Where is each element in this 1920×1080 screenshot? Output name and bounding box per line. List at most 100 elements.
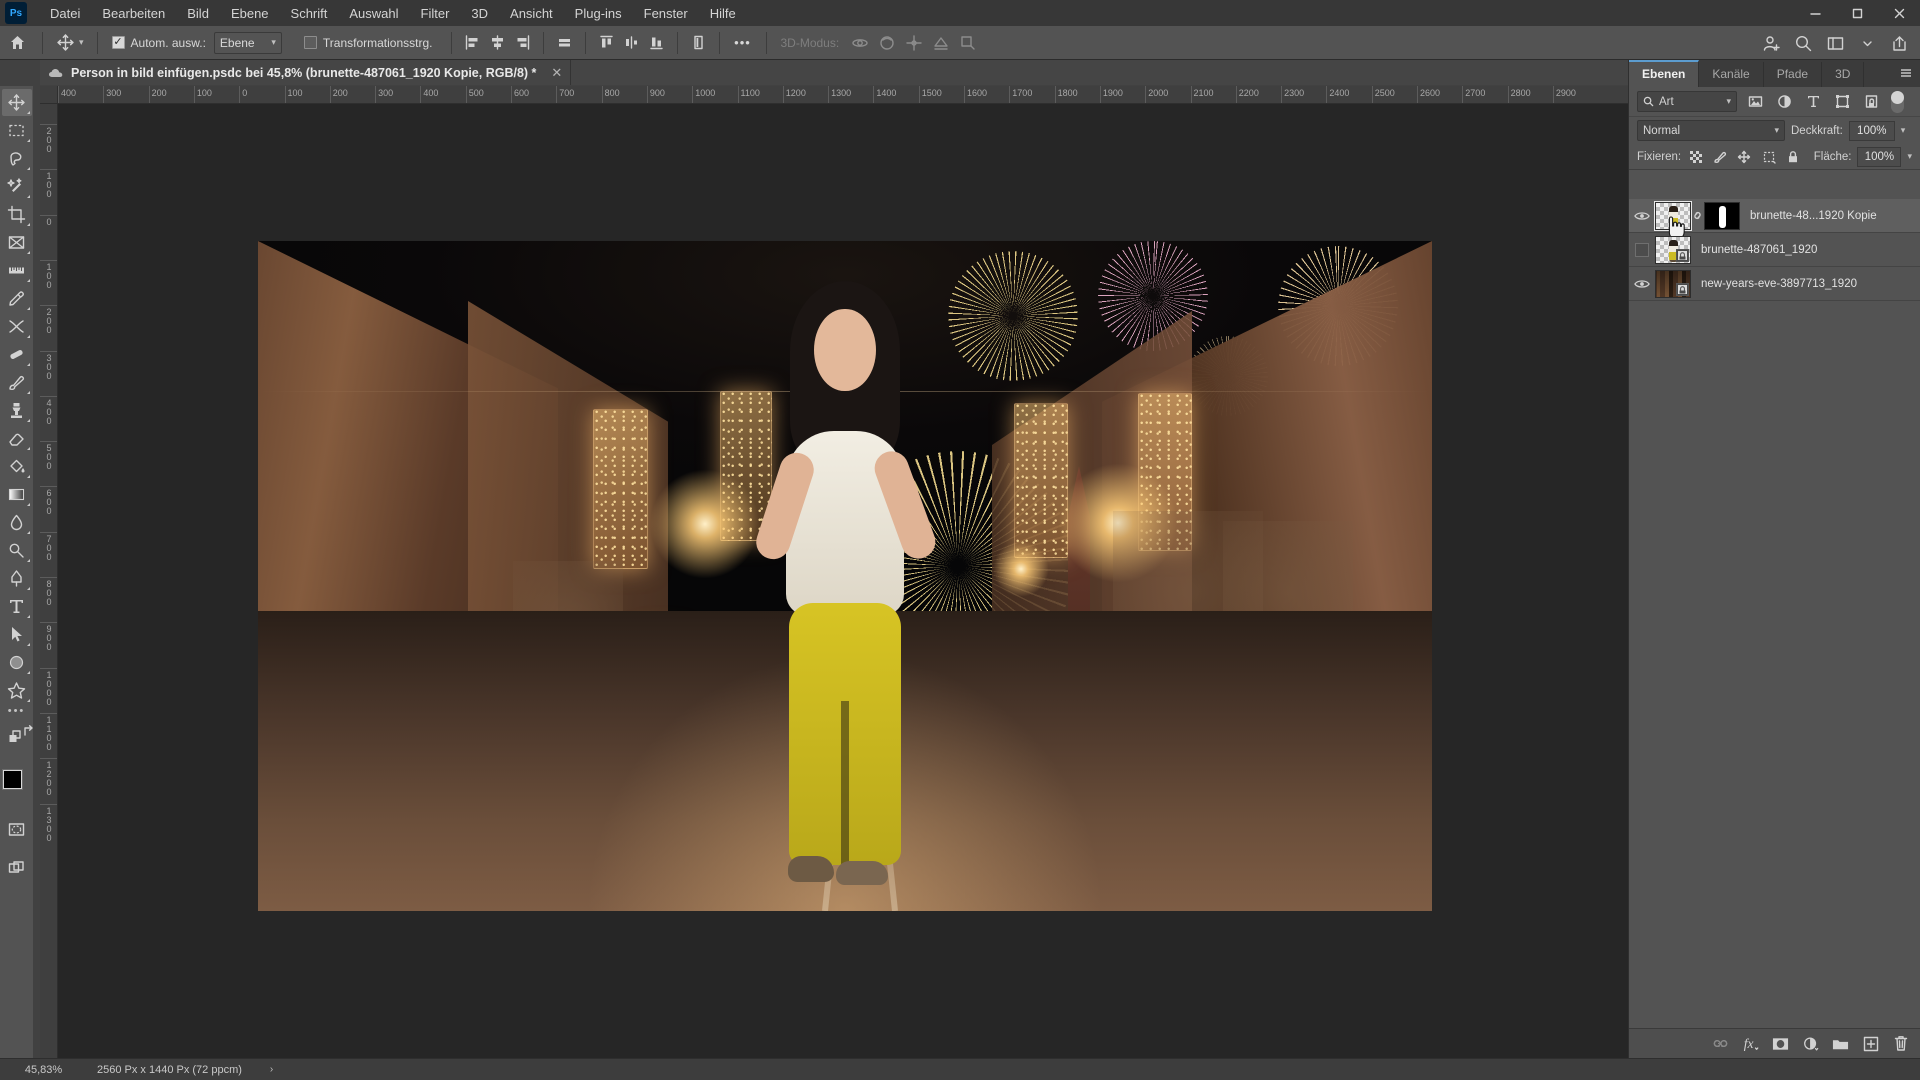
pen-tool[interactable] (2, 565, 32, 592)
menu-bearbeiten[interactable]: Bearbeiten (91, 2, 176, 25)
brush-tool[interactable] (2, 369, 32, 396)
layer-name[interactable]: new-years-eve-3897713_1920 (1701, 278, 1857, 290)
path-selection-tool[interactable] (2, 621, 32, 648)
filter-adjustment-icon[interactable] (1773, 91, 1795, 113)
new-group-icon[interactable] (1827, 1030, 1854, 1057)
tab-ebenen[interactable]: Ebenen (1629, 60, 1700, 87)
layer-thumbnail[interactable] (1655, 269, 1691, 298)
menu-datei[interactable]: Datei (39, 2, 91, 25)
scale-3d-button[interactable] (955, 30, 980, 56)
filter-type-icon[interactable] (1802, 91, 1824, 113)
layer-row-brunette-kopie[interactable]: brunette-48...1920 Kopie (1629, 199, 1920, 240)
orbit-3d-button[interactable] (847, 30, 872, 56)
patch-tool[interactable] (2, 341, 32, 368)
layer-mask-icon[interactable] (1767, 1030, 1794, 1057)
active-tool-chip[interactable]: ▾ (51, 30, 89, 56)
move-tool[interactable] (1, 89, 32, 116)
align-horizontal-centers-button[interactable] (485, 30, 510, 56)
adjustment-layer-icon[interactable] (1797, 1030, 1824, 1057)
fill-field[interactable]: 100% (1857, 146, 1902, 167)
lock-image-icon[interactable] (1711, 147, 1729, 166)
menu-bild[interactable]: Bild (176, 2, 220, 25)
paint-bucket-tool[interactable] (2, 453, 32, 480)
menu-schrift[interactable]: Schrift (280, 2, 339, 25)
filter-pixel-icon[interactable] (1744, 91, 1766, 113)
crop-tool[interactable] (2, 201, 32, 228)
layer-visibility-toggle[interactable] (1629, 199, 1655, 233)
blur-tool[interactable] (2, 509, 32, 536)
workspace-icon[interactable] (1820, 28, 1850, 58)
opacity-field[interactable]: 100% (1848, 120, 1895, 141)
menu-plugins[interactable]: Plug-ins (564, 2, 633, 25)
align-right-edges-button[interactable] (510, 30, 535, 56)
edit-toolbar-button[interactable]: ••• (8, 705, 26, 723)
menu-auswahl[interactable]: Auswahl (338, 2, 409, 25)
menu-filter[interactable]: Filter (410, 2, 461, 25)
layer-row-brunette[interactable]: brunette-487061_1920 (1629, 233, 1920, 267)
layer-thumbnail[interactable] (1655, 235, 1691, 264)
tab-pfade[interactable]: Pfade (1763, 62, 1823, 87)
eraser-tool[interactable] (2, 425, 32, 452)
blend-mode-dropdown[interactable]: Normal ▾ (1637, 120, 1785, 141)
roll-3d-button[interactable] (874, 30, 899, 56)
close-icon[interactable]: ✕ (551, 65, 562, 81)
layer-style-icon[interactable]: fx (1737, 1030, 1764, 1057)
document-tab[interactable]: Person in bild einfügen.psdc bei 45,8% (… (40, 60, 572, 85)
pan-3d-button[interactable] (901, 30, 926, 56)
distribute-horizontal-button[interactable] (619, 30, 644, 56)
auto-select-checkbox[interactable]: ✓ Autom. ausw.: (111, 36, 206, 50)
measure-tool[interactable] (2, 257, 32, 284)
panel-menu-icon[interactable] (1899, 67, 1913, 79)
export-icon[interactable] (1884, 28, 1914, 58)
minimize-button[interactable] (1794, 0, 1836, 26)
link-layers-icon[interactable] (1707, 1030, 1734, 1057)
composited-person[interactable] (750, 281, 941, 885)
layer-visibility-toggle[interactable] (1629, 267, 1655, 301)
ellipse-tool[interactable] (2, 649, 32, 676)
delete-layer-icon[interactable] (1887, 1030, 1914, 1057)
screen-mode-button[interactable] (2, 854, 32, 881)
new-layer-icon[interactable] (1857, 1030, 1884, 1057)
lasso-tool[interactable] (2, 145, 32, 172)
foreground-color-swatch[interactable] (1, 769, 23, 790)
filter-smart-object-icon[interactable] (1860, 91, 1882, 113)
zoom-level[interactable]: 45,83% (0, 1064, 75, 1076)
chevron-down-icon[interactable]: ▾ (1901, 125, 1906, 136)
layer-mask-thumbnail[interactable] (1704, 201, 1740, 230)
menu-ebene[interactable]: Ebene (220, 2, 280, 25)
filter-shape-icon[interactable] (1831, 91, 1853, 113)
tab-3d[interactable]: 3D (1822, 62, 1865, 87)
clone-stamp-tool[interactable] (2, 397, 32, 424)
lock-all-icon[interactable] (1784, 147, 1802, 166)
align-vertical-centers-button[interactable] (552, 30, 577, 56)
menu-ansicht[interactable]: Ansicht (499, 2, 564, 25)
menu-fenster[interactable]: Fenster (633, 2, 699, 25)
eyedropper-tool[interactable] (2, 285, 32, 312)
swap-colors-icon[interactable] (21, 723, 37, 739)
custom-shape-tool[interactable] (2, 677, 32, 704)
auto-select-scope-dropdown[interactable]: Ebene ▾ (213, 31, 282, 54)
filter-toggle[interactable] (1891, 90, 1904, 113)
canvas-area[interactable] (58, 104, 1628, 1058)
transform-controls-checkbox[interactable]: ✓ Transformationsstrg. (303, 36, 433, 50)
lock-transparency-icon[interactable] (1687, 147, 1705, 166)
frame-tool[interactable] (2, 229, 32, 256)
align-bottom-edges-button[interactable] (644, 30, 669, 56)
status-expand-arrow[interactable]: › (270, 1064, 273, 1075)
more-options-button[interactable]: ••• (728, 30, 758, 56)
healing-brush-tool[interactable] (2, 313, 32, 340)
layer-row-new-years-eve[interactable]: new-years-eve-3897713_1920 (1629, 267, 1920, 301)
rectangular-marquee-tool[interactable] (2, 117, 32, 144)
type-tool[interactable] (2, 593, 32, 620)
object-selection-tool[interactable] (2, 173, 32, 200)
share-user-icon[interactable] (1756, 28, 1786, 58)
search-icon[interactable] (1788, 28, 1818, 58)
home-icon[interactable] (0, 26, 34, 60)
align-top-edges-button[interactable] (594, 30, 619, 56)
distribute-vertical-button[interactable] (686, 30, 711, 56)
menu-3d[interactable]: 3D (460, 2, 499, 25)
lock-artboard-icon[interactable] (1759, 147, 1777, 166)
document-canvas[interactable] (258, 241, 1432, 911)
dodge-tool[interactable] (2, 537, 32, 564)
layer-thumbnail[interactable] (1654, 200, 1692, 231)
